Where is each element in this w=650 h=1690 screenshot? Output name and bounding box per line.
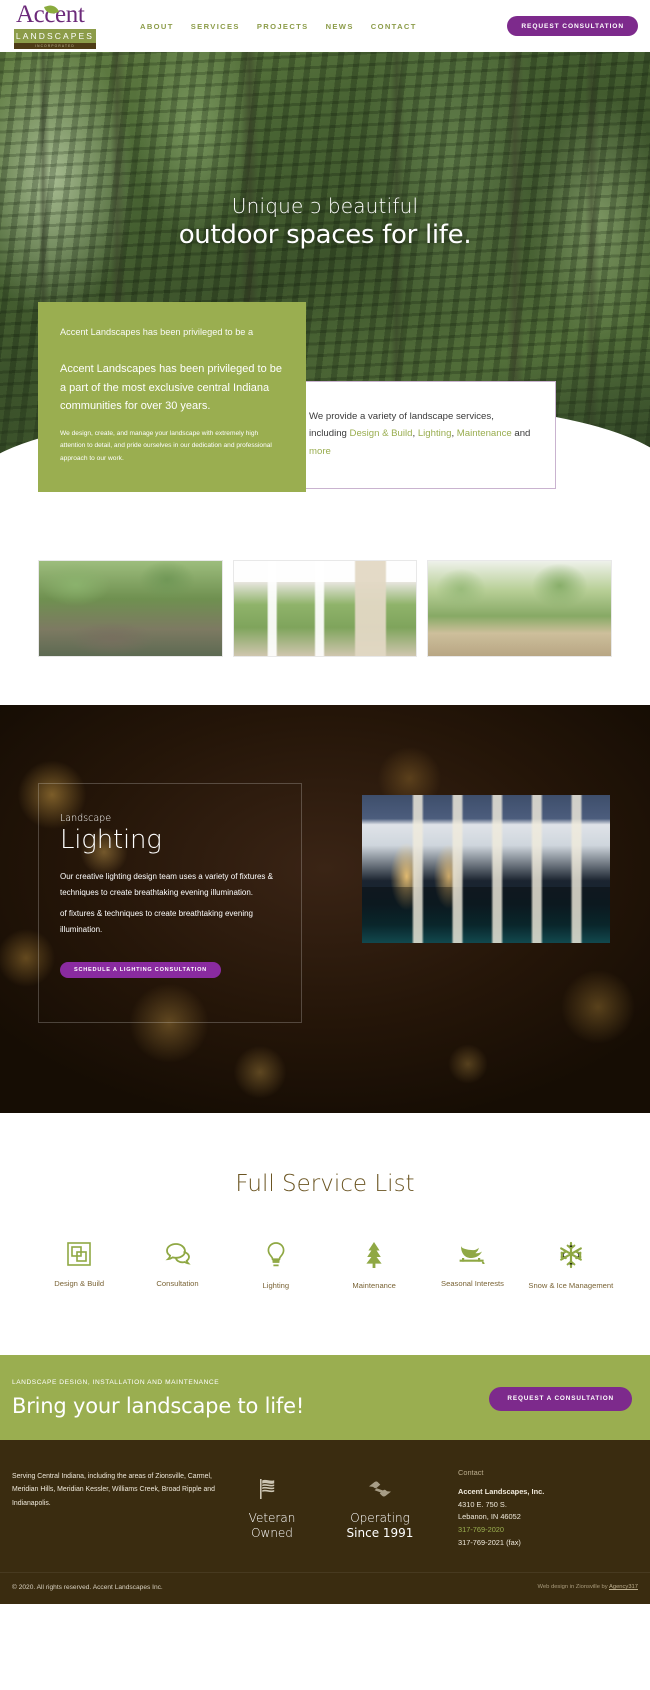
service-label-maintenance: Maintenance [352, 1281, 396, 1290]
intro-lead-text: Accent Landscapes has been privileged to… [60, 363, 282, 413]
services-summary-panel: We provide a variety of landscape servic… [284, 381, 556, 490]
hero-heading: Unique ↄ beautiful outdoor spaces for li… [0, 194, 650, 250]
gallery-image-1[interactable] [38, 560, 223, 657]
nav-item-news[interactable]: NEWS [326, 22, 354, 31]
logo-bar-text: LANDSCAPES [15, 30, 95, 41]
service-label-seasonal-interests: Seasonal Interests [441, 1279, 504, 1288]
speech-bubbles-icon [164, 1241, 192, 1267]
cta-eyebrow: LANDSCAPE DESIGN, INSTALLATION AND MAINT… [12, 1379, 220, 1386]
sub-footer: © 2020. All rights reserved. Accent Land… [0, 1571, 650, 1604]
lighting-content: Landscape Lighting Our creative lighting… [60, 813, 310, 978]
web-design-credit: Web design in Zionsville by Agency317 [538, 1584, 638, 1590]
gallery-image-3[interactable] [427, 560, 613, 657]
operating-since-line-1: Operating [350, 1511, 410, 1525]
service-label-snow-ice-management: Snow & Ice Management [528, 1281, 614, 1290]
hero-line-2: outdoor spaces for life. [178, 220, 472, 250]
lighting-eyebrow: Landscape [60, 813, 112, 824]
link-more[interactable]: more [309, 446, 331, 457]
veteran-owned-badge: Veteran Owned [218, 1466, 326, 1540]
intro-green-panel: Accent Landscapes has been privileged to… [38, 302, 306, 493]
service-item-snow-ice-management[interactable]: Snow & Ice Management [522, 1241, 620, 1291]
cta-band: LANDSCAPE DESIGN, INSTALLATION AND MAINT… [0, 1355, 650, 1440]
operating-since-line-2: Since 1991 [346, 1525, 414, 1540]
intro-section: Accent Landscapes has been privileged to… [0, 302, 650, 532]
lightbulb-icon [265, 1241, 287, 1269]
lighting-body-ghost-text: of fixtures & techniques to create breat… [60, 909, 254, 934]
contact-fax: 317-769-2021 (fax) [458, 1537, 521, 1547]
cta-title: Bring your landscape to life! [12, 1394, 305, 1418]
contact-heading: Contact [458, 1468, 484, 1477]
site-footer: Serving Central Indiana, including the a… [0, 1440, 650, 1572]
service-item-consultation[interactable]: Consultation [128, 1241, 226, 1291]
gallery-image-2[interactable] [232, 560, 418, 657]
request-a-consultation-button[interactable]: REQUEST A CONSULTATION [489, 1386, 632, 1411]
full-service-list-section: Full Service List Design & Build Consult… [0, 1113, 650, 1355]
contact-address-line-1: 4310 E. 750 S. [458, 1499, 507, 1509]
contact-phone-link[interactable]: 317-769-2020 [458, 1524, 638, 1537]
site-logo[interactable]: Accent LANDSCAPES INCORPORATED [14, 2, 96, 49]
schedule-lighting-consultation-button[interactable]: SCHEDULE A LIGHTING CONSULTATION [60, 962, 221, 978]
nav-item-contact[interactable]: CONTACT [371, 22, 417, 31]
lighting-title: Lighting [60, 825, 162, 855]
lighting-body-text: Our creative lighting design team uses a… [60, 872, 273, 897]
credit-prefix: Web design in Zionsville by [537, 1584, 609, 1591]
service-label-lighting: Lighting [262, 1281, 290, 1290]
services-summary-text: We provide a variety of landscape servic… [309, 408, 531, 460]
site-header: Accent LANDSCAPES INCORPORATED ABOUT SER… [0, 0, 650, 52]
service-item-lighting[interactable]: Lighting [227, 1241, 325, 1291]
veteran-owned-label: Veteran Owned [218, 1511, 326, 1540]
summary-text-4: and [511, 428, 531, 440]
contact-address-line-2: Lebanon, IN 46052 [458, 1512, 521, 1522]
american-flag-icon [257, 1479, 287, 1504]
main-navigation: ABOUT SERVICES PROJECTS NEWS CONTACT [140, 22, 417, 31]
footer-contact-block: Contact Accent Landscapes, Inc. 4310 E. … [434, 1466, 638, 1550]
logo-sub-text: INCORPORATED [14, 42, 96, 49]
service-label-consultation: Consultation [156, 1279, 199, 1288]
operating-since-badge: Operating Since 1991 [326, 1466, 434, 1540]
copyright-text: © 2020. All rights reserved. Accent Land… [12, 1583, 163, 1591]
operating-since-label: Operating Since 1991 [326, 1511, 434, 1540]
nav-item-projects[interactable]: PROJECTS [257, 22, 309, 31]
nav-item-services[interactable]: SERVICES [191, 22, 240, 31]
request-consultation-button[interactable]: REQUEST CONSULTATION [507, 16, 638, 36]
service-item-seasonal-interests[interactable]: Seasonal Interests [423, 1241, 521, 1291]
service-label-design-build: Design & Build [54, 1279, 105, 1288]
intro-ghost-text: Accent Landscapes has been privileged to… [60, 327, 254, 337]
evergreen-tree-icon [362, 1241, 386, 1269]
lighting-photo [362, 795, 610, 943]
link-lighting[interactable]: Lighting [418, 428, 452, 439]
link-maintenance[interactable]: Maintenance [457, 428, 512, 439]
veteran-owned-line-2: Owned [251, 1525, 293, 1540]
services-title: Full Service List [235, 1171, 415, 1197]
footer-service-areas: Serving Central Indiana, including the a… [12, 1473, 215, 1507]
agency-credit-link[interactable]: Agency317 [609, 1584, 638, 1590]
contact-company: Accent Landscapes, Inc. [458, 1487, 545, 1496]
veteran-owned-line-1: Veteran [248, 1511, 296, 1525]
service-item-maintenance[interactable]: Maintenance [325, 1241, 423, 1291]
snowflake-icon [558, 1241, 584, 1269]
intro-body-text: We design, create, and manage your lands… [60, 429, 272, 463]
handshake-icon [365, 1481, 395, 1504]
cta-text-group: LANDSCAPE DESIGN, INSTALLATION AND MAINT… [12, 1379, 489, 1418]
hero-line-1: Unique ↄ beautiful [231, 194, 419, 218]
logo-landscapes-bar: LANDSCAPES [14, 28, 96, 43]
link-design-build[interactable]: Design & Build [350, 428, 413, 439]
service-icon-row: Design & Build Consultation Lighting Mai… [0, 1241, 650, 1291]
lighting-section: Landscape Lighting Our creative lighting… [0, 705, 650, 1113]
nav-item-about[interactable]: ABOUT [140, 22, 174, 31]
service-item-design-build[interactable]: Design & Build [30, 1241, 128, 1291]
project-gallery [0, 560, 650, 657]
sleigh-icon [457, 1241, 487, 1267]
design-build-icon [66, 1241, 92, 1267]
